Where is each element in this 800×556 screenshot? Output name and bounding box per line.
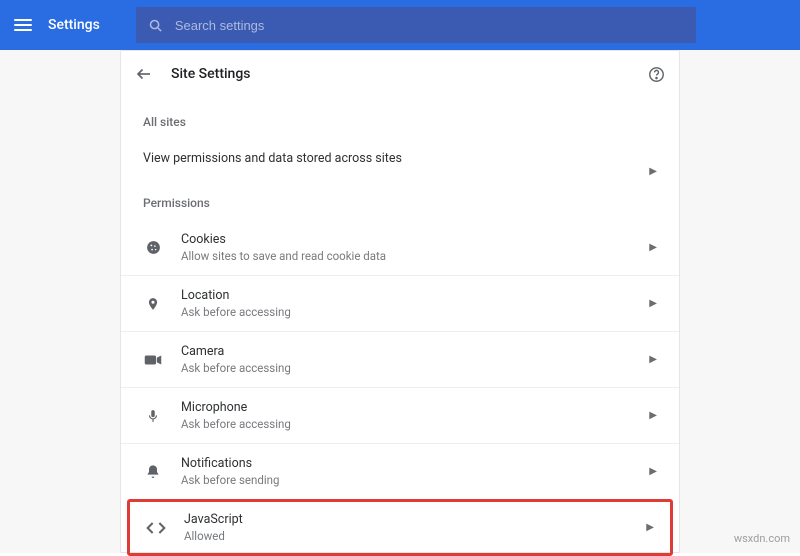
bell-icon bbox=[143, 462, 163, 482]
row-subtitle: Ask before sending bbox=[181, 473, 279, 487]
permission-row-camera[interactable]: Camera Ask before accessing ▶ bbox=[121, 331, 679, 387]
chevron-right-icon: ▶ bbox=[649, 166, 657, 177]
row-title: Microphone bbox=[181, 400, 291, 415]
watermark: wsxdn.com bbox=[734, 532, 790, 545]
permission-row-location[interactable]: Location Ask before accessing ▶ bbox=[121, 275, 679, 331]
permission-row-notifications[interactable]: Notifications Ask before sending ▶ bbox=[121, 443, 679, 499]
row-subtitle: Ask before accessing bbox=[181, 305, 291, 319]
row-subtitle: Allow sites to save and read cookie data bbox=[181, 249, 386, 263]
cookie-icon bbox=[143, 238, 163, 258]
chevron-right-icon: ▶ bbox=[649, 242, 657, 253]
topbar: Settings bbox=[0, 0, 800, 50]
settings-card: Site Settings All sites View permissions… bbox=[120, 50, 680, 553]
chevron-right-icon: ▶ bbox=[649, 298, 657, 309]
permission-row-javascript[interactable]: JavaScript Allowed ▶ bbox=[127, 499, 673, 556]
row-title: JavaScript bbox=[184, 512, 243, 527]
permission-row-cookies[interactable]: Cookies Allow sites to save and read coo… bbox=[121, 220, 679, 275]
search-box[interactable] bbox=[136, 7, 696, 43]
row-title: Notifications bbox=[181, 456, 279, 471]
row-subtitle: Ask before accessing bbox=[181, 361, 291, 375]
app-title: Settings bbox=[48, 17, 100, 33]
location-icon bbox=[143, 294, 163, 314]
code-icon bbox=[146, 518, 166, 538]
row-subtitle: Ask before accessing bbox=[181, 417, 291, 431]
row-title: Cookies bbox=[181, 232, 386, 247]
permissions-label: Permissions bbox=[121, 178, 679, 220]
chevron-right-icon: ▶ bbox=[649, 410, 657, 421]
page-body: Site Settings All sites View permissions… bbox=[0, 50, 800, 553]
row-title: Camera bbox=[181, 344, 291, 359]
all-sites-text: View permissions and data stored across … bbox=[143, 151, 657, 166]
all-sites-row[interactable]: View permissions and data stored across … bbox=[121, 139, 679, 178]
menu-icon[interactable] bbox=[14, 19, 32, 31]
chevron-right-icon: ▶ bbox=[646, 522, 654, 533]
chevron-right-icon: ▶ bbox=[649, 466, 657, 477]
page-title: Site Settings bbox=[171, 66, 251, 82]
help-icon[interactable] bbox=[648, 66, 665, 83]
permission-row-microphone[interactable]: Microphone Ask before accessing ▶ bbox=[121, 387, 679, 443]
row-title: Location bbox=[181, 288, 291, 303]
back-icon[interactable] bbox=[135, 65, 153, 83]
camera-icon bbox=[143, 350, 163, 370]
all-sites-label: All sites bbox=[121, 97, 679, 139]
microphone-icon bbox=[143, 406, 163, 426]
chevron-right-icon: ▶ bbox=[649, 354, 657, 365]
card-header: Site Settings bbox=[121, 51, 679, 97]
search-input[interactable] bbox=[175, 18, 684, 33]
search-icon bbox=[148, 18, 163, 33]
row-subtitle: Allowed bbox=[184, 529, 243, 543]
